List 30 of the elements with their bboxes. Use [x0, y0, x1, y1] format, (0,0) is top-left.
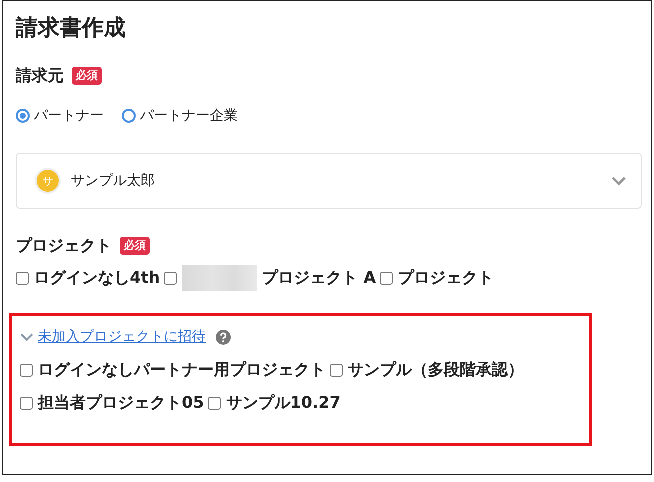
checkbox[interactable] — [20, 364, 33, 377]
checkbox-label: プロジェクト — [398, 268, 494, 288]
required-badge: 必須 — [120, 237, 150, 255]
checkbox-label: サンプル10.27 — [226, 393, 341, 414]
invite-link[interactable]: 未加入プロジェクトに招待 — [38, 328, 206, 346]
checkbox-label: 担当者プロジェクト05 — [38, 393, 204, 414]
radio-icon[interactable] — [122, 109, 136, 123]
radio-icon[interactable] — [16, 109, 30, 123]
page-title: 請求書作成 — [16, 15, 127, 43]
radio-option[interactable]: パートナー企業 — [122, 107, 238, 125]
checkbox-label: ログインなし4th — [34, 268, 160, 288]
checkbox[interactable] — [20, 397, 33, 410]
select-field[interactable]: サ サンプル太郎 — [16, 153, 642, 209]
chevron-down-icon[interactable] — [611, 176, 627, 186]
avatar-icon: サ — [37, 170, 59, 192]
field-label: 請求元 — [16, 66, 64, 86]
select-value: サンプル太郎 — [71, 172, 156, 190]
checkbox-label: ログインなしパートナー用プロジェクト — [38, 360, 326, 381]
required-badge: 必須 — [72, 67, 102, 85]
checkbox[interactable] — [330, 364, 343, 377]
checkbox[interactable] — [16, 272, 29, 284]
checkbox[interactable] — [164, 272, 178, 284]
field-label: プロジェクト — [16, 236, 112, 256]
radio-option[interactable]: パートナー — [16, 107, 104, 125]
checkbox[interactable] — [208, 397, 222, 410]
help-icon[interactable] — [216, 330, 231, 344]
checkbox[interactable] — [380, 272, 394, 284]
checkbox-label: サンプル（多段階承認） — [348, 360, 524, 381]
checkbox-label: プロジェクト A — [262, 268, 376, 288]
chevron-down-icon[interactable] — [20, 332, 34, 342]
